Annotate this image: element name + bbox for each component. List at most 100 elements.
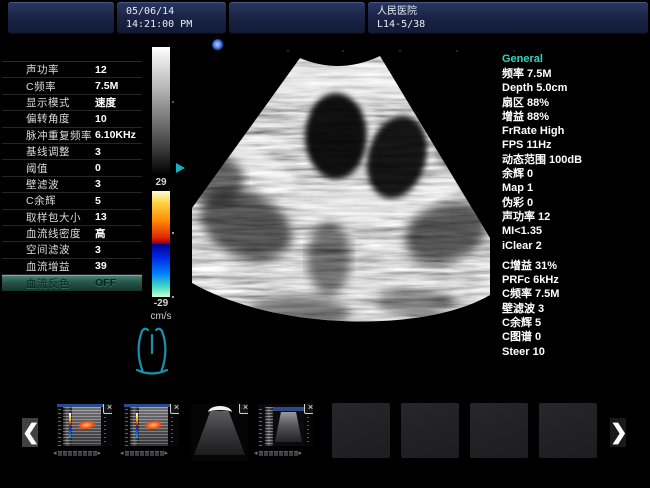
param-row[interactable]: 脉冲重复频率6.10KHz (2, 128, 142, 144)
thumbnail-empty (401, 403, 459, 458)
close-icon[interactable]: × (304, 404, 313, 414)
thumbnail-fan[interactable]: × (191, 404, 248, 461)
preset-header: General (502, 52, 650, 66)
thumbnail-image[interactable]: × (57, 404, 112, 446)
topbar-empty-segment (229, 2, 365, 34)
param-label: 空间滤波 (26, 242, 70, 257)
param-label: 壁滤波 (26, 177, 59, 192)
readout-line: C频率 7.5M (502, 287, 650, 301)
param-value: 3 (95, 244, 101, 256)
param-row[interactable]: 偏转角度 10 (2, 111, 142, 127)
param-row[interactable]: 阈值 0 (2, 160, 142, 176)
param-label: 声功率 (26, 62, 59, 77)
velocity-min-label: -29 (147, 298, 175, 309)
thumbnail-empty (332, 403, 390, 458)
topbar-patient-segment (8, 2, 114, 34)
topbar-datetime-segment: 05/06/14 14:21:00 PM (117, 2, 226, 34)
param-value: 3 (95, 178, 101, 190)
time-text: 14:21:00 PM (126, 18, 226, 31)
param-value: 7.5M (95, 80, 118, 92)
thumbnail-partial[interactable]: ×◂▸ (258, 404, 313, 446)
body-marker-icon[interactable] (132, 325, 172, 379)
focus-indicator-icon[interactable] (176, 163, 185, 173)
param-row[interactable]: C余辉 5 (2, 193, 142, 209)
readout-line: 余辉 0 (502, 167, 650, 181)
color-mode-readouts: C增益 31%PRFc 6kHzC频率 7.5M壁滤波 3C余辉 5C图谱 0S… (502, 259, 650, 359)
param-label: 取样包大小 (26, 210, 81, 225)
param-row[interactable]: 基线调整3 (2, 144, 142, 160)
param-label: 血流线密度 (26, 226, 81, 241)
close-icon[interactable]: × (239, 404, 248, 414)
readout-line: MI<1.35 (502, 224, 650, 238)
probe-model: L14-5/38 (377, 18, 648, 31)
readout-line: Depth 5.0cm (502, 81, 650, 95)
param-row[interactable]: 壁滤波 3 (2, 177, 142, 193)
param-value: 6.10KHz (95, 129, 136, 141)
velocity-unit-label: cm/s (144, 311, 178, 322)
readout-line: 动态范围 100dB (502, 153, 650, 167)
doppler-flow-blob (145, 420, 163, 430)
param-label: C余辉 (26, 193, 56, 208)
param-label: 基线调整 (26, 144, 70, 159)
readout-line: 壁滤波 3 (502, 302, 650, 316)
thumbnail-duplex[interactable]: ×◂▸ (124, 404, 179, 446)
ultrasound-image (186, 40, 496, 350)
readout-line: FrRate High (502, 124, 650, 138)
param-value: 10 (95, 113, 107, 125)
close-icon[interactable]: × (103, 404, 112, 414)
param-label: 血流增益 (26, 259, 70, 274)
readout-line: iClear 2 (502, 239, 650, 253)
param-row[interactable]: 显示模式速度 (2, 95, 142, 111)
left-parameter-panel: 声功率12C频率7.5M显示模式速度偏转角度10脉冲重复频率6.10KHz基线调… (2, 61, 142, 291)
readout-line: Steer 10 (502, 345, 650, 359)
date-text: 05/06/14 (126, 5, 226, 18)
filmstrip-next-button[interactable]: ❯ (610, 418, 626, 447)
readout-line: 频率 7.5M (502, 67, 650, 81)
readout-line: C增益 31% (502, 259, 650, 273)
filmstrip-prev-button[interactable]: ❮ (22, 418, 38, 447)
close-icon[interactable]: × (170, 404, 179, 414)
param-value: 39 (95, 260, 107, 272)
ultrasound-screen: 05/06/14 14:21:00 PM 人民医院 L14-5/38 声功率 12… (0, 0, 650, 488)
readout-line: FPS 11Hz (502, 138, 650, 152)
thumbnail-placeholder (470, 403, 528, 458)
param-row[interactable]: 血流线密度高 (2, 226, 142, 242)
velocity-max-label: 29 (149, 177, 173, 188)
param-value: 5 (95, 195, 101, 207)
param-value: OFF (95, 277, 116, 289)
readout-line: 声功率 12 (502, 210, 650, 224)
depth-mark (172, 232, 174, 234)
readout-line: C图谱 0 (502, 330, 650, 344)
thumbnail-placeholder (332, 403, 390, 458)
thumbnail-image[interactable]: × (124, 404, 179, 446)
param-label: 偏转角度 (26, 111, 70, 126)
thumbnail-image[interactable]: × (191, 404, 248, 461)
cine-strip: ◂▸ (53, 449, 117, 458)
param-value: 速度 (95, 95, 116, 110)
thumbnail-empty (470, 403, 528, 458)
param-row[interactable]: 声功率 12 (2, 62, 142, 78)
readout-line: Map 1 (502, 181, 650, 195)
flow-colorbar (152, 191, 170, 297)
param-value: 0 (95, 162, 101, 174)
param-label: 脉冲重复频率 (26, 128, 92, 143)
hospital-name: 人民医院 (377, 5, 648, 18)
param-row[interactable]: 空间滤波 3 (2, 242, 142, 258)
thumbnail-duplex[interactable]: ×◂▸ (57, 404, 112, 446)
topbar-hospital-segment: 人民医院 L14-5/38 (368, 2, 648, 34)
cine-strip: ◂▸ (120, 449, 184, 458)
param-label: 阈值 (26, 161, 48, 176)
param-value: 13 (95, 211, 107, 223)
thumbnail-empty (539, 403, 597, 458)
doppler-flow-blob (78, 420, 96, 430)
b-mode-readouts: 频率 7.5MDepth 5.0cm扇区 88%增益 88%FrRate Hig… (502, 67, 650, 253)
cine-strip: ◂▸ (254, 449, 318, 458)
param-row[interactable]: 血流反色OFF (2, 275, 142, 291)
thumbnail-image[interactable]: × (258, 404, 313, 446)
param-row[interactable]: 取样包大小 13 (2, 210, 142, 226)
param-row[interactable]: C频率7.5M (2, 78, 142, 94)
depth-mark (172, 296, 174, 298)
readout-line: C余辉 5 (502, 316, 650, 330)
param-value: 12 (95, 64, 107, 76)
param-row[interactable]: 血流增益 39 (2, 259, 142, 275)
